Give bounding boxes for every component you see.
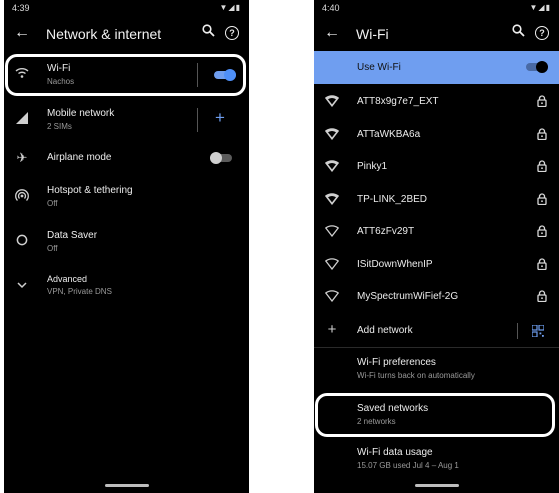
advanced-title: Advanced xyxy=(47,274,88,284)
help-icon[interactable]: ? xyxy=(535,26,549,40)
status-icons: ▼◢▮ xyxy=(219,3,241,12)
mobile-network-row[interactable]: Mobile network 2 SIMs + xyxy=(4,103,249,139)
hotspot-subtitle: Off xyxy=(47,199,58,208)
add-network-row[interactable]: + Add network xyxy=(314,319,559,343)
search-icon[interactable] xyxy=(512,24,525,40)
data-saver-title: Data Saver xyxy=(47,230,98,241)
lock-icon xyxy=(537,192,547,208)
wifi-signal-weak-icon xyxy=(324,290,340,305)
wifi-signal-weak-icon xyxy=(324,257,340,273)
network-name: ISitDownWhenIP xyxy=(357,258,433,270)
status-icons: ▼◢▮ xyxy=(529,3,551,12)
status-bar: 4:39 ▼◢▮ xyxy=(4,0,249,16)
data-saver-icon xyxy=(14,234,30,249)
lock-icon xyxy=(537,290,547,305)
page-title: Network & internet xyxy=(46,26,162,42)
add-sim-plus-icon[interactable]: + xyxy=(215,108,225,128)
hotspot-row[interactable]: Hotspot & tethering Off xyxy=(4,182,249,212)
network-name: ATT8x9g7e7_EXT xyxy=(357,96,439,107)
lock-icon xyxy=(537,127,547,143)
app-bar: ← Wi-Fi ? xyxy=(314,18,559,50)
network-name: ATTaWKBA6a xyxy=(357,128,421,140)
row-divider xyxy=(517,323,518,339)
network-row[interactable]: ATT6zFv29T xyxy=(314,220,559,244)
network-row[interactable]: TP-LINK_2BED xyxy=(314,188,559,212)
network-row[interactable]: ATT8x9g7e7_EXT xyxy=(314,90,559,114)
wifi-signal-full-icon xyxy=(324,192,340,208)
airplane-mode-row[interactable]: ✈ Airplane mode xyxy=(4,148,249,170)
lock-icon xyxy=(537,160,547,175)
highlight-outline xyxy=(315,393,555,437)
network-row[interactable]: ISitDownWhenIP xyxy=(314,253,559,277)
use-wifi-toggle[interactable] xyxy=(526,61,548,73)
app-bar: ← Network & internet ? xyxy=(4,18,249,50)
wifi-signal-weak-icon xyxy=(324,225,340,240)
status-time: 4:39 xyxy=(12,3,30,13)
use-wifi-label: Use Wi-Fi xyxy=(357,62,401,73)
wifi-data-usage-subtitle: 15.07 GB used Jul 4 – Aug 1 xyxy=(357,461,459,470)
status-bar: 4:40 ▼◢▮ xyxy=(314,0,559,16)
wifi-signal-full-icon xyxy=(324,95,340,110)
divider xyxy=(314,347,559,348)
lock-icon xyxy=(537,257,547,273)
data-saver-subtitle: Off xyxy=(47,244,58,253)
nav-handle[interactable] xyxy=(104,484,149,487)
add-network-label: Add network xyxy=(357,325,413,336)
airplane-mode-toggle[interactable] xyxy=(210,152,232,164)
hotspot-icon xyxy=(14,189,30,206)
advanced-subtitle: VPN, Private DNS xyxy=(47,287,112,296)
search-icon[interactable] xyxy=(202,24,215,40)
hotspot-title: Hotspot & tethering xyxy=(47,185,133,196)
wifi-signal-full-icon xyxy=(324,127,340,143)
network-row[interactable]: Pinky1 xyxy=(314,155,559,179)
data-saver-row[interactable]: Data Saver Off xyxy=(4,227,249,257)
back-arrow-icon[interactable]: ← xyxy=(14,24,30,42)
row-divider xyxy=(197,108,198,132)
network-name: ATT6zFv29T xyxy=(357,226,415,237)
network-row[interactable]: MySpectrumWiFief-2G xyxy=(314,285,559,309)
network-name: Pinky1 xyxy=(357,161,388,172)
nav-handle[interactable] xyxy=(414,484,459,487)
airplane-icon: ✈ xyxy=(16,150,28,165)
mobile-network-title: Mobile network xyxy=(47,108,115,119)
network-row[interactable]: ATTaWKBA6a xyxy=(314,123,559,147)
wifi-data-usage-row[interactable]: Wi-Fi data usage 15.07 GB used Jul 4 – A… xyxy=(314,443,559,473)
status-time: 4:40 xyxy=(322,3,340,13)
wifi-preferences-title: Wi-Fi preferences xyxy=(357,357,436,368)
advanced-row[interactable]: Advanced VPN, Private DNS xyxy=(4,272,249,302)
page-title: Wi-Fi xyxy=(356,26,389,42)
wifi-data-usage-title: Wi-Fi data usage xyxy=(357,447,433,458)
mobile-network-subtitle: 2 SIMs xyxy=(47,122,72,131)
network-name: MySpectrumWiFief-2G xyxy=(357,291,459,302)
use-wifi-bar[interactable]: Use Wi-Fi xyxy=(314,51,559,84)
lock-icon xyxy=(537,95,547,110)
plus-icon: + xyxy=(327,321,337,338)
chevron-down-icon xyxy=(14,277,30,292)
signal-icon xyxy=(14,112,30,127)
qr-code-icon[interactable] xyxy=(531,324,545,342)
network-name: TP-LINK_2BED xyxy=(357,193,428,205)
back-arrow-icon[interactable]: ← xyxy=(324,24,340,42)
wifi-preferences-row[interactable]: Wi-Fi preferences Wi-Fi turns back on au… xyxy=(314,353,559,383)
airplane-mode-title: Airplane mode xyxy=(47,152,112,163)
wifi-signal-full-icon xyxy=(324,160,340,175)
lock-icon xyxy=(537,225,547,240)
help-icon[interactable]: ? xyxy=(225,26,239,40)
highlight-outline xyxy=(5,54,246,96)
wifi-preferences-subtitle: Wi-Fi turns back on automatically xyxy=(357,371,475,380)
wifi-screen: 4:40 ▼◢▮ ← Wi-Fi ? Use Wi-Fi ATT8x9g7e7_… xyxy=(314,0,559,493)
network-internet-screen: 4:39 ▼◢▮ ← Network & internet ? Wi-Fi Na… xyxy=(4,0,249,493)
